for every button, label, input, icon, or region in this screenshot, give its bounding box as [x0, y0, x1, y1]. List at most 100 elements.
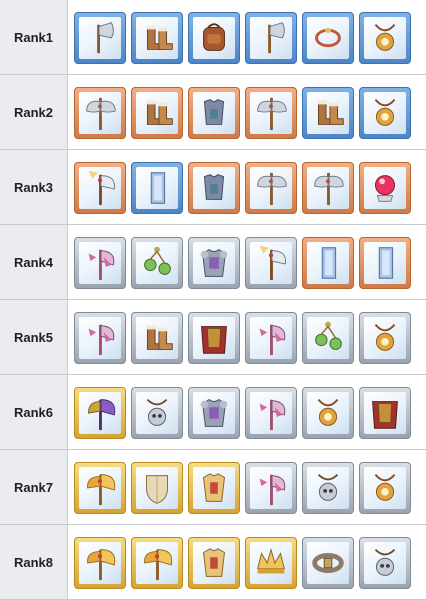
- equipment-slot[interactable]: [302, 12, 354, 64]
- equipment-slot[interactable]: [302, 162, 354, 214]
- rank-label: Rank1: [0, 0, 68, 75]
- equipment-slot[interactable]: [74, 537, 126, 589]
- equipment-slot[interactable]: [245, 312, 297, 364]
- equipment-slot[interactable]: [302, 537, 354, 589]
- armor-icon: [193, 167, 235, 209]
- rank-items: [68, 300, 426, 375]
- equipment-slot[interactable]: [302, 237, 354, 289]
- equipment-slot[interactable]: [188, 387, 240, 439]
- equipment-slot[interactable]: [188, 237, 240, 289]
- equipment-slot[interactable]: [188, 12, 240, 64]
- rank-items: [68, 150, 426, 225]
- equipment-slot[interactable]: [245, 162, 297, 214]
- cape-armor-icon: [193, 317, 235, 359]
- skull-pendant-icon: [307, 467, 349, 509]
- equipment-slot[interactable]: [302, 312, 354, 364]
- rank-row: Rank6: [0, 375, 426, 450]
- rank-items: [68, 225, 426, 300]
- feather-axe-icon: [250, 242, 292, 284]
- equipment-slot[interactable]: [131, 12, 183, 64]
- battle-axe-icon: [307, 167, 349, 209]
- equipment-slot[interactable]: [359, 237, 411, 289]
- equipment-slot[interactable]: [188, 87, 240, 139]
- rank-label: Rank4: [0, 225, 68, 300]
- equipment-slot[interactable]: [359, 12, 411, 64]
- boots-icon: [136, 17, 178, 59]
- equipment-slot[interactable]: [359, 537, 411, 589]
- rank-items: [68, 375, 426, 450]
- boots-icon: [307, 92, 349, 134]
- equipment-slot[interactable]: [74, 387, 126, 439]
- equipment-slot[interactable]: [74, 87, 126, 139]
- rank-label: Rank7: [0, 450, 68, 525]
- ribbon-axe-icon: [250, 392, 292, 434]
- equipment-slot[interactable]: [188, 537, 240, 589]
- equipment-slot[interactable]: [188, 462, 240, 514]
- equipment-slot[interactable]: [74, 12, 126, 64]
- equipment-slot[interactable]: [245, 237, 297, 289]
- rank-items: [68, 75, 426, 150]
- rank-label: Rank6: [0, 375, 68, 450]
- gold-armor-icon: [193, 542, 235, 584]
- battle-axe-icon: [250, 92, 292, 134]
- rank-label: Rank5: [0, 300, 68, 375]
- equipment-slot[interactable]: [245, 387, 297, 439]
- ribbon-axe-icon: [79, 317, 121, 359]
- feather-axe-icon: [79, 167, 121, 209]
- equipment-slot[interactable]: [74, 312, 126, 364]
- bracelet-icon: [307, 17, 349, 59]
- equipment-slot[interactable]: [245, 12, 297, 64]
- ribbon-axe-icon: [79, 242, 121, 284]
- equipment-slot[interactable]: [302, 87, 354, 139]
- earring-icon: [307, 317, 349, 359]
- equipment-slot[interactable]: [359, 162, 411, 214]
- equipment-slot[interactable]: [245, 87, 297, 139]
- equipment-slot[interactable]: [188, 312, 240, 364]
- equipment-slot[interactable]: [131, 237, 183, 289]
- equipment-slot[interactable]: [302, 387, 354, 439]
- equipment-slot[interactable]: [131, 87, 183, 139]
- equipment-slot[interactable]: [131, 462, 183, 514]
- equipment-slot[interactable]: [245, 537, 297, 589]
- rank-row: Rank7: [0, 450, 426, 525]
- equipment-slot[interactable]: [131, 312, 183, 364]
- rank-row: Rank1: [0, 0, 426, 75]
- equipment-slot[interactable]: [131, 162, 183, 214]
- amulet-icon: [364, 467, 406, 509]
- skull-pendant-icon: [136, 392, 178, 434]
- axe-icon: [79, 17, 121, 59]
- gold-axe-icon: [136, 542, 178, 584]
- equipment-slot[interactable]: [359, 312, 411, 364]
- heavy-armor-icon: [193, 242, 235, 284]
- rank-row: Rank8: [0, 525, 426, 600]
- crystal-icon: [136, 167, 178, 209]
- axe-icon: [250, 17, 292, 59]
- equipment-slot[interactable]: [245, 462, 297, 514]
- battle-axe-icon: [79, 92, 121, 134]
- cape-armor-icon: [364, 392, 406, 434]
- rank-row: Rank3: [0, 150, 426, 225]
- rank-items: [68, 0, 426, 75]
- equipment-slot[interactable]: [131, 537, 183, 589]
- rank-label: Rank3: [0, 150, 68, 225]
- boots-icon: [136, 92, 178, 134]
- equipment-slot[interactable]: [74, 162, 126, 214]
- amulet-icon: [364, 317, 406, 359]
- heavy-armor-icon: [193, 392, 235, 434]
- equipment-slot[interactable]: [359, 387, 411, 439]
- gold-axe-icon: [79, 467, 121, 509]
- equipment-slot[interactable]: [188, 162, 240, 214]
- belt-icon: [307, 542, 349, 584]
- skull-pendant-icon: [364, 542, 406, 584]
- equipment-slot[interactable]: [359, 462, 411, 514]
- equipment-slot[interactable]: [74, 237, 126, 289]
- rank-label: Rank8: [0, 525, 68, 600]
- gold-axe-icon: [79, 542, 121, 584]
- equipment-slot[interactable]: [74, 462, 126, 514]
- equipment-slot[interactable]: [359, 87, 411, 139]
- equipment-slot[interactable]: [302, 462, 354, 514]
- ribbon-axe-icon: [250, 317, 292, 359]
- earring-icon: [136, 242, 178, 284]
- amulet-icon: [364, 92, 406, 134]
- equipment-slot[interactable]: [131, 387, 183, 439]
